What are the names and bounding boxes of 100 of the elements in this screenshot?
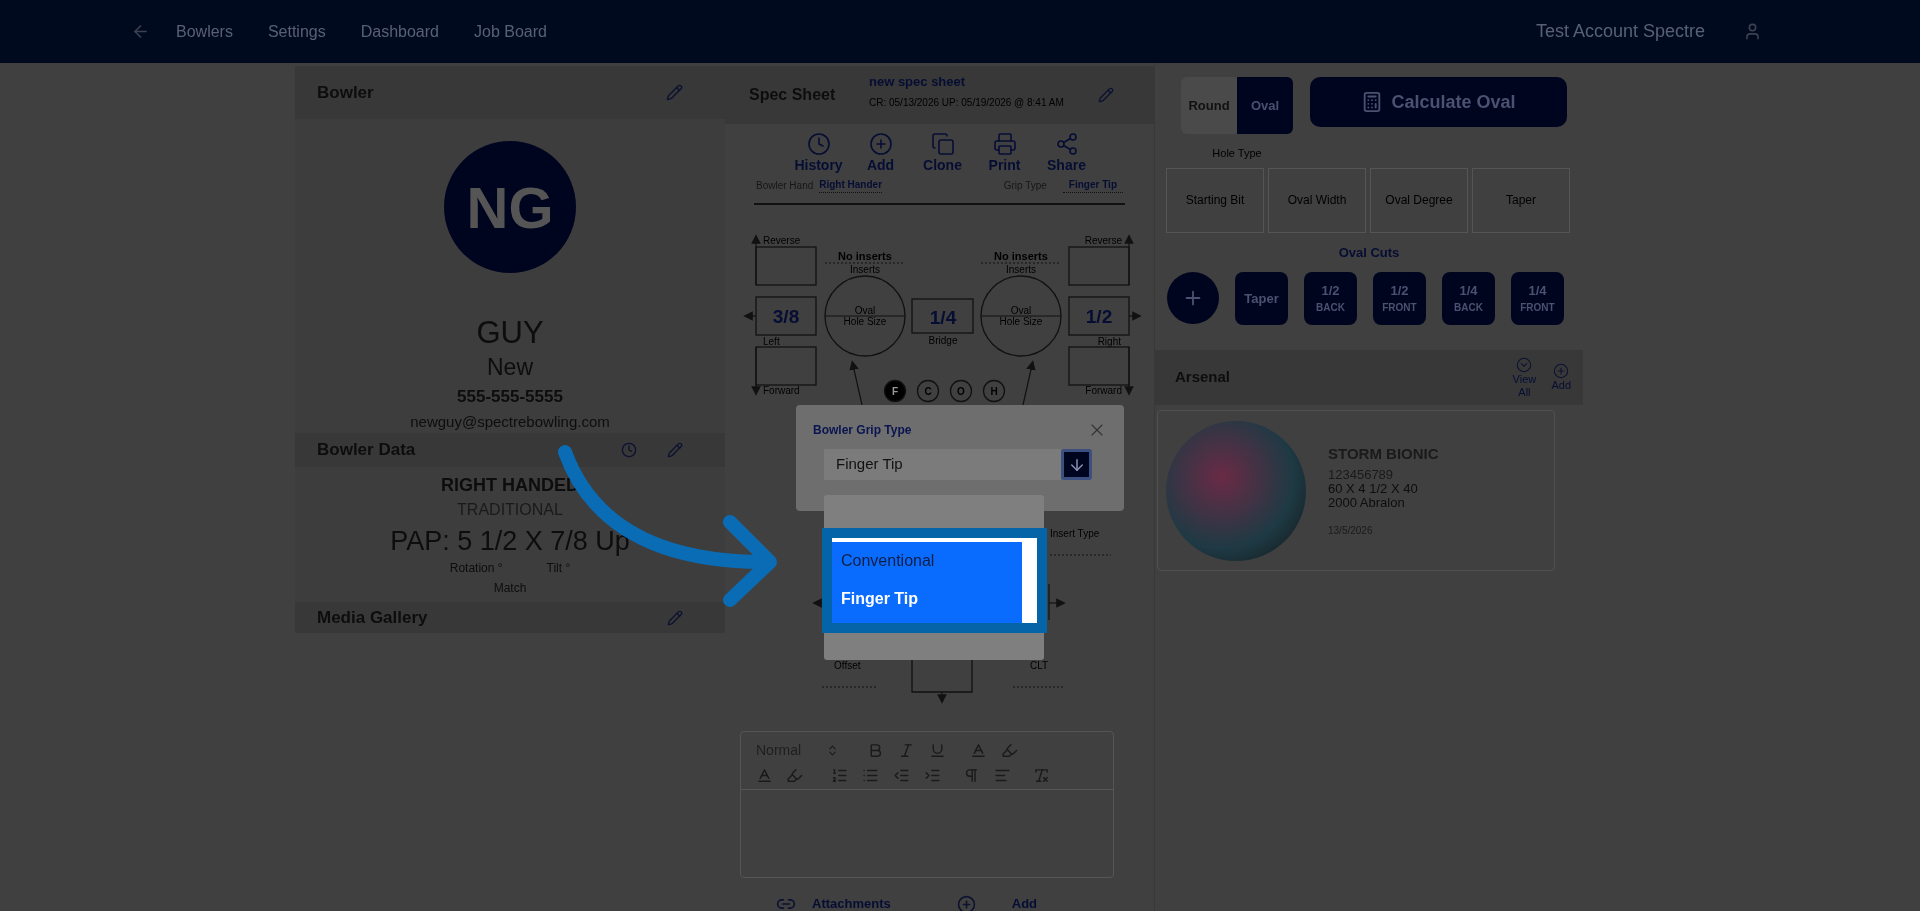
cut-fraction: 1/4 — [1459, 281, 1478, 300]
up-down-icon[interactable] — [826, 744, 839, 757]
cut-button[interactable]: 1/4 FRONT — [1511, 272, 1564, 325]
left-arrow — [743, 311, 757, 321]
add-icon[interactable] — [956, 894, 976, 911]
right-arrow — [1048, 583, 1066, 621]
hole-type-label: Hole Type — [1212, 146, 1262, 161]
right-span-value: 1/2 — [1085, 306, 1113, 327]
oval-cuts-title: Oval Cuts — [1338, 243, 1400, 262]
dropdown-option[interactable]: Conventional — [832, 542, 1022, 580]
cut-fraction: 1/2 — [1321, 281, 1340, 300]
cut-button[interactable]: 1/4 BACK — [1442, 272, 1495, 325]
highlight-icon[interactable] — [1001, 742, 1018, 759]
edit-icon[interactable] — [666, 84, 683, 101]
spec-action-button[interactable]: Add — [858, 132, 903, 174]
measurement-field[interactable]: Taper — [1472, 167, 1570, 233]
forward-box — [1068, 346, 1130, 386]
inserts-value: No inserts — [838, 250, 892, 262]
reverse-box — [755, 246, 817, 286]
clt-label: CLT — [1030, 660, 1049, 671]
inserts-label: Inserts — [850, 264, 880, 275]
spec-action-button[interactable]: Print — [982, 132, 1027, 174]
down-arrow — [937, 691, 947, 704]
indent-icon[interactable] — [924, 767, 941, 784]
hole-type-tab[interactable]: Oval — [1237, 77, 1293, 134]
forward-label: Forward — [1085, 385, 1122, 396]
clear-format-icon[interactable] — [1033, 767, 1050, 784]
hole-type-value: Oval — [854, 305, 876, 316]
forward-label: Forward — [763, 385, 800, 396]
cut-button[interactable]: 1/2 BACK — [1304, 272, 1357, 325]
add-cut-button[interactable] — [1167, 272, 1219, 324]
reverse-label: Reverse — [1084, 235, 1122, 246]
cut-direction: BACK — [1454, 300, 1483, 315]
left-span-value: 3/8 — [772, 306, 800, 327]
nav-link[interactable]: Dashboard — [360, 19, 439, 44]
dialog-title: Bowler Grip Type — [813, 422, 912, 439]
edit-icon[interactable] — [1098, 87, 1114, 103]
forward-arrow — [1124, 346, 1134, 396]
copy-icon — [930, 132, 955, 156]
inserts-label: Inserts — [1006, 264, 1036, 275]
nav-link[interactable]: Job Board — [474, 19, 547, 44]
insert-type-label: Insert Type — [1050, 528, 1100, 539]
grip-type-select[interactable]: Finger Tip — [824, 449, 1061, 480]
cut-button[interactable]: Taper — [1235, 272, 1288, 325]
bridge-label: Bridge — [928, 335, 958, 346]
bridge-box — [911, 298, 974, 334]
grip-type-value[interactable]: Finger Tip — [1062, 177, 1123, 193]
forward-arrow — [751, 346, 761, 396]
forward-box — [755, 346, 817, 386]
cut-direction: FRONT — [1382, 300, 1417, 315]
account-name[interactable]: Test Account Spectre — [1535, 18, 1705, 45]
cut-direction: FRONT — [1520, 300, 1555, 315]
highlight-icon[interactable] — [786, 767, 803, 784]
bowler-hand-value[interactable]: Right Hander — [819, 177, 883, 193]
dropdown-button[interactable] — [1061, 449, 1092, 480]
avatar-initials: NG — [466, 173, 554, 242]
reverse-label: Reverse — [763, 235, 801, 246]
right-arrow — [1128, 311, 1142, 321]
underline-icon[interactable] — [929, 742, 946, 759]
bridge-value: 1/4 — [929, 307, 957, 328]
text-color-icon[interactable] — [970, 742, 987, 759]
bullet-list-icon[interactable] — [862, 767, 879, 784]
edit-icon[interactable] — [667, 609, 683, 626]
measurement-field[interactable]: Oval Width — [1268, 167, 1366, 233]
history-icon[interactable] — [621, 442, 637, 458]
hole-size-label: Hole Size — [999, 316, 1043, 327]
left-span-box — [755, 296, 817, 336]
ordered-list-icon[interactable] — [831, 767, 848, 784]
hole-type-value: Oval — [1010, 305, 1032, 316]
outdent-icon[interactable] — [893, 767, 910, 784]
cut-direction: BACK — [1316, 300, 1345, 315]
back-icon[interactable] — [131, 22, 150, 41]
user-icon[interactable] — [1743, 22, 1762, 41]
align-left-icon[interactable] — [994, 767, 1011, 784]
share-icon — [1054, 132, 1079, 156]
spec-action-button[interactable]: History — [796, 132, 841, 174]
thumb-box — [911, 659, 973, 693]
cut-fraction: 1/2 — [1390, 281, 1409, 300]
text-color-icon[interactable] — [756, 767, 773, 784]
cut-button[interactable]: 1/2 FRONT — [1373, 272, 1426, 325]
dropdown-option[interactable]: Finger Tip — [832, 580, 1022, 618]
attachments-link[interactable]: Attachments — [812, 894, 891, 911]
italic-icon[interactable] — [898, 742, 915, 759]
add-icon — [1553, 363, 1570, 379]
nav-link[interactable]: Settings — [267, 19, 326, 44]
add-attachment-link[interactable]: Add — [1011, 894, 1038, 911]
cut-fraction: 1/4 — [1528, 281, 1547, 300]
measurement-field[interactable]: Oval Degree — [1370, 167, 1468, 233]
hole-type-tab[interactable]: Round — [1181, 77, 1237, 134]
right-span-box — [1068, 296, 1130, 336]
nav-link[interactable]: Bowlers — [176, 19, 233, 44]
calculate-oval-button[interactable]: Calculate Oval — [1310, 77, 1567, 127]
add-icon — [868, 132, 893, 156]
offset-label: Offset — [834, 660, 861, 671]
spec-action-button[interactable]: Share — [1044, 132, 1089, 174]
pilcrow-icon[interactable] — [963, 767, 980, 784]
spec-action-button[interactable]: Clone — [920, 132, 965, 174]
measurement-field[interactable]: Starting Bit — [1166, 167, 1264, 233]
edit-icon[interactable] — [667, 442, 683, 458]
chevron-circle-icon — [1516, 356, 1533, 373]
